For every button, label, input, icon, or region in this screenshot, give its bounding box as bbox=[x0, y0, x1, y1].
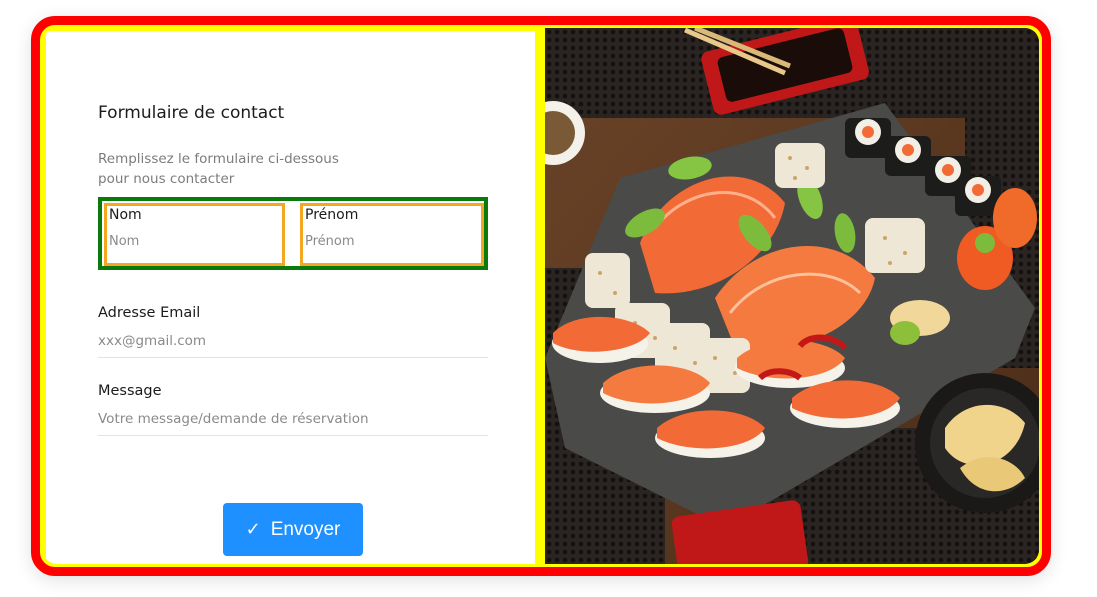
contact-form: Formulaire de contact Remplissez le form… bbox=[46, 31, 535, 564]
message-field-group: Message bbox=[98, 383, 488, 436]
contact-card: Formulaire de contact Remplissez le form… bbox=[31, 16, 1051, 576]
submit-button[interactable]: ✓ Envoyer bbox=[223, 503, 363, 556]
last-name-label: Nom bbox=[109, 207, 142, 223]
email-label: Adresse Email bbox=[98, 305, 201, 321]
message-label: Message bbox=[98, 383, 162, 399]
name-row: Nom Prénom bbox=[98, 197, 488, 270]
contact-card-inner: Formulaire de contact Remplissez le form… bbox=[43, 28, 1039, 564]
last-name-group: Nom bbox=[104, 203, 285, 266]
first-name-label: Prénom bbox=[305, 207, 359, 223]
first-name-input[interactable] bbox=[305, 234, 465, 249]
submit-label: Envoyer bbox=[270, 518, 341, 540]
email-field-group: Adresse Email bbox=[98, 305, 488, 358]
check-icon: ✓ bbox=[245, 519, 261, 540]
form-title: Formulaire de contact bbox=[98, 103, 285, 123]
email-input[interactable] bbox=[98, 333, 488, 358]
sushi-illustration bbox=[545, 28, 1039, 564]
message-input[interactable] bbox=[98, 411, 488, 436]
sushi-image bbox=[545, 28, 1039, 564]
first-name-group: Prénom bbox=[300, 203, 484, 266]
last-name-input[interactable] bbox=[109, 234, 269, 249]
form-subtitle: Remplissez le formulaire ci-dessous pour… bbox=[98, 151, 339, 187]
